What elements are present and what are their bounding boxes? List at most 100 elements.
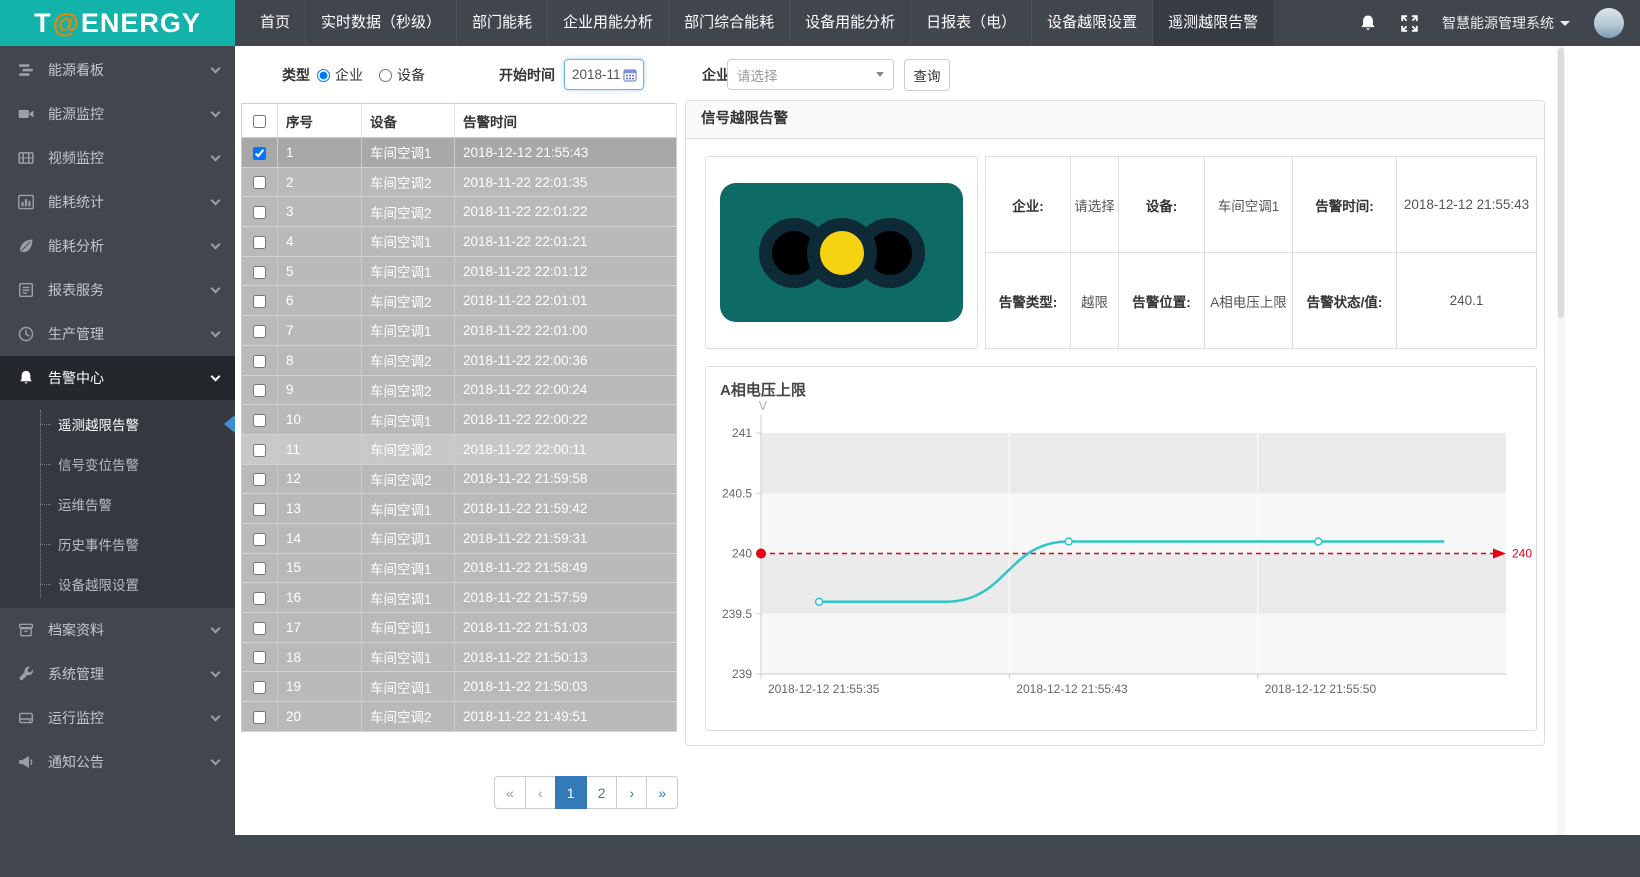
avatar[interactable]: [1594, 8, 1624, 38]
row-checkbox[interactable]: [253, 562, 266, 575]
table-row[interactable]: 11车间空调22018-11-22 22:00:11: [242, 434, 677, 464]
row-checkbox[interactable]: [253, 325, 266, 338]
table-row[interactable]: 19车间空调12018-11-22 21:50:03: [242, 672, 677, 702]
sidebar-item-2[interactable]: 能源监控: [0, 92, 235, 136]
table-row[interactable]: 15车间空调12018-11-22 21:58:49: [242, 553, 677, 583]
table-row[interactable]: 12车间空调22018-11-22 21:59:58: [242, 464, 677, 494]
nav-item-6[interactable]: 设备用能分析: [789, 0, 910, 46]
row-checkbox[interactable]: [253, 147, 266, 160]
sidebar-subitem-4[interactable]: 历史事件告警: [0, 524, 235, 564]
chevron-down-icon: [211, 63, 221, 73]
system-title-dropdown[interactable]: 智慧能源管理系统: [1442, 13, 1570, 33]
sidebar-item-12[interactable]: 通知公告: [0, 740, 235, 784]
sidebar-item-7[interactable]: 生产管理: [0, 312, 235, 356]
row-checkbox[interactable]: [253, 176, 266, 189]
row-device: 车间空调1: [362, 523, 455, 553]
row-checkbox[interactable]: [253, 444, 266, 457]
row-checkbox[interactable]: [253, 414, 266, 427]
table-row[interactable]: 18车间空调12018-11-22 21:50:13: [242, 642, 677, 672]
row-device: 车间空调1: [362, 316, 455, 346]
sidebar-item-label: 报表服务: [48, 280, 104, 300]
row-checkbox[interactable]: [253, 592, 266, 605]
row-checkbox[interactable]: [253, 355, 266, 368]
nav-item-2[interactable]: 实时数据（秒级）: [305, 0, 456, 46]
table-row[interactable]: 8车间空调22018-11-22 22:00:36: [242, 345, 677, 375]
row-checkbox[interactable]: [253, 384, 266, 397]
row-device: 车间空调2: [362, 197, 455, 227]
fullscreen-icon[interactable]: [1401, 15, 1418, 32]
bell-icon[interactable]: [1359, 14, 1377, 33]
table-row[interactable]: 2车间空调22018-11-22 22:01:35: [242, 167, 677, 197]
type-radio-2[interactable]: 设备: [379, 65, 425, 85]
row-no: 1: [278, 138, 362, 168]
table-row[interactable]: 7车间空调12018-11-22 22:01:00: [242, 316, 677, 346]
chevron-down-icon: [211, 239, 221, 249]
table-row[interactable]: 4车间空调12018-11-22 22:01:21: [242, 227, 677, 257]
radio-icon[interactable]: [317, 69, 330, 82]
sidebar-item-11[interactable]: 运行监控: [0, 696, 235, 740]
table-row[interactable]: 13车间空调12018-11-22 21:59:42: [242, 494, 677, 524]
table-row[interactable]: 1车间空调12018-12-12 21:55:43: [242, 138, 677, 168]
query-button[interactable]: 查询: [904, 59, 950, 91]
row-checkbox[interactable]: [253, 533, 266, 546]
row-checkbox[interactable]: [253, 473, 266, 486]
chevron-down-icon: [211, 371, 221, 381]
sidebar-item-10[interactable]: 系统管理: [0, 652, 235, 696]
table-row[interactable]: 9车间空调22018-11-22 22:00:24: [242, 375, 677, 405]
page-1-button[interactable]: 1: [555, 776, 587, 809]
sidebar-subitem-3[interactable]: 运维告警: [0, 484, 235, 524]
sidebar-item-4[interactable]: 能耗统计: [0, 180, 235, 224]
row-checkbox[interactable]: [253, 711, 266, 724]
enterprise-select-value: 请选择: [737, 65, 778, 85]
nav-item-4[interactable]: 企业用能分析: [547, 0, 668, 46]
scrollbar[interactable]: [1557, 46, 1565, 835]
calendar-icon[interactable]: [623, 68, 637, 82]
enterprise-select[interactable]: 请选择: [727, 59, 894, 90]
table-row[interactable]: 6车间空调22018-11-22 22:01:01: [242, 286, 677, 316]
sidebar-item-8[interactable]: 告警中心: [0, 356, 235, 400]
table-row[interactable]: 20车间空调22018-11-22 21:49:51: [242, 702, 677, 732]
chevron-down-icon: [876, 72, 884, 77]
page-2-button[interactable]: 2: [586, 776, 618, 809]
row-checkbox[interactable]: [253, 295, 266, 308]
row-checkbox[interactable]: [253, 503, 266, 516]
nav-item-3[interactable]: 部门能耗: [456, 0, 547, 46]
sidebar-item-1[interactable]: 能源看板: [0, 48, 235, 92]
nav-item-8[interactable]: 设备越限设置: [1031, 0, 1152, 46]
sidebar-item-9[interactable]: 档案资料: [0, 608, 235, 652]
sidebar-item-5[interactable]: 能耗分析: [0, 224, 235, 268]
type-radio-1[interactable]: 企业: [317, 65, 363, 85]
page-prev-button[interactable]: ‹: [525, 776, 556, 809]
page-last-button[interactable]: »: [646, 776, 678, 809]
start-time-input[interactable]: 2018-11: [564, 59, 644, 90]
table-row[interactable]: 16车间空调12018-11-22 21:57:59: [242, 583, 677, 613]
row-checkbox[interactable]: [253, 266, 266, 279]
page-next-button[interactable]: ›: [616, 776, 647, 809]
row-no: 19: [278, 672, 362, 702]
sidebar-item-6[interactable]: 报表服务: [0, 268, 235, 312]
table-row[interactable]: 5车间空调12018-11-22 22:01:12: [242, 256, 677, 286]
sidebar-item-3[interactable]: 视频监控: [0, 136, 235, 180]
table-row[interactable]: 3车间空调22018-11-22 22:01:22: [242, 197, 677, 227]
row-time: 2018-11-22 22:01:00: [455, 316, 677, 346]
sidebar-subitem-1[interactable]: 遥测越限告警: [0, 404, 235, 444]
row-checkbox[interactable]: [253, 651, 266, 664]
select-all-checkbox[interactable]: [253, 115, 266, 128]
row-checkbox[interactable]: [253, 206, 266, 219]
row-checkbox[interactable]: [253, 681, 266, 694]
radio-icon[interactable]: [379, 69, 392, 82]
sidebar-subitem-5[interactable]: 设备越限设置: [0, 564, 235, 604]
table-row[interactable]: 10车间空调12018-11-22 22:00:22: [242, 405, 677, 435]
nav-item-9[interactable]: 遥测越限告警: [1152, 0, 1273, 46]
nav-item-7[interactable]: 日报表（电）: [910, 0, 1031, 46]
nav-item-5[interactable]: 部门综合能耗: [668, 0, 789, 46]
row-checkbox[interactable]: [253, 622, 266, 635]
row-checkbox[interactable]: [253, 236, 266, 249]
scrollbar-thumb[interactable]: [1558, 48, 1564, 318]
row-no: 3: [278, 197, 362, 227]
page-first-button[interactable]: «: [494, 776, 526, 809]
table-row[interactable]: 17车间空调12018-11-22 21:51:03: [242, 613, 677, 643]
nav-item-1[interactable]: 首页: [245, 0, 305, 46]
table-row[interactable]: 14车间空调12018-11-22 21:59:31: [242, 523, 677, 553]
sidebar-subitem-2[interactable]: 信号变位告警: [0, 444, 235, 484]
